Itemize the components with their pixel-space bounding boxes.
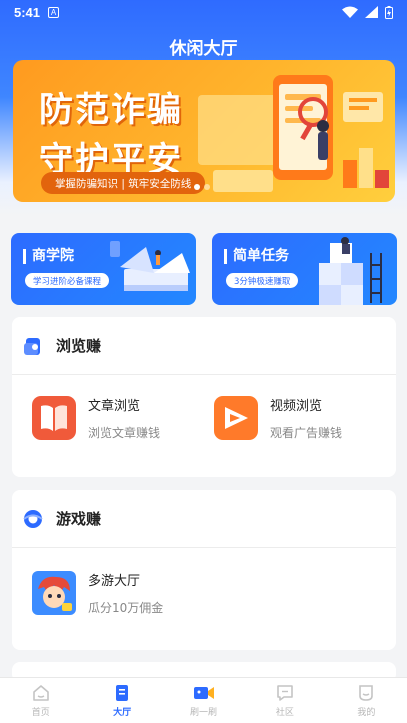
game-icon: [23, 509, 43, 528]
simple-task-card[interactable]: 简单任务 3分钟极速赚取: [212, 233, 397, 305]
video-camera-icon: [193, 686, 214, 699]
nav-label: 我的: [357, 707, 376, 718]
article-icon: [32, 396, 76, 440]
hall-icon: [116, 684, 129, 701]
browse-icon: [24, 337, 40, 355]
promo-title: 简单任务: [224, 249, 289, 264]
section-header: 游戏赚: [12, 490, 396, 548]
video-play-icon: [214, 396, 258, 440]
game-earn-section: 游戏赚 多游大厅 瓜分10万佣金: [12, 490, 396, 650]
section-title: 浏览赚: [56, 337, 102, 355]
section-header: 浏览赚: [12, 317, 396, 375]
carousel-dot-active[interactable]: [194, 184, 200, 190]
item-desc: 浏览文章赚钱: [88, 426, 161, 440]
item-name: 视频浏览: [270, 399, 323, 414]
section-title: 游戏赚: [56, 510, 102, 528]
status-bar: 5:41 A: [0, 0, 407, 24]
promo-title: 商学院: [23, 249, 74, 264]
blocks-illustration-icon: [319, 237, 382, 305]
status-time: 5:41: [14, 4, 41, 20]
nav-label: 大厅: [113, 707, 132, 718]
article-browse-item[interactable]: 文章浏览 浏览文章赚钱: [32, 395, 160, 441]
page-title: 休闲大厅: [169, 39, 238, 59]
nav-hall[interactable]: 大厅: [81, 678, 162, 723]
signal-icon: [365, 6, 378, 18]
promo-subtitle: 学习进阶必备课程: [25, 273, 110, 288]
browse-earn-section: 浏览赚 文章浏览 浏览文章赚钱 视频浏览 观看广告赚钱: [12, 317, 396, 477]
anti-fraud-banner[interactable]: 防范诈骗 守护平安 掌握防骗知识 | 筑牢安全防线: [13, 60, 395, 202]
banner-tagline: 掌握防骗知识 | 筑牢安全防线: [41, 172, 206, 194]
item-desc: 瓜分10万佣金: [88, 601, 164, 615]
nav-swipe[interactable]: 刷一刷: [163, 678, 244, 723]
item-name: 文章浏览: [88, 399, 141, 414]
nav-profile[interactable]: 我的: [326, 678, 407, 723]
item-desc: 观看广告赚钱: [270, 426, 343, 440]
banner-headline-1: 防范诈骗: [39, 90, 183, 130]
business-school-card[interactable]: 商学院 学习进阶必备课程: [11, 233, 196, 305]
bottom-navigation: 首页 大厅 刷一刷 社区 我的: [0, 677, 407, 723]
wifi-icon: [342, 6, 358, 18]
nav-community[interactable]: 社区: [244, 678, 325, 723]
home-icon: [32, 684, 49, 701]
promo-subtitle: 3分钟极速赚取: [226, 273, 299, 288]
battery-icon: [385, 5, 393, 19]
video-browse-item[interactable]: 视频浏览 观看广告赚钱: [214, 395, 342, 441]
carousel-dot[interactable]: [204, 184, 210, 190]
book-illustration-icon: [110, 241, 190, 291]
nav-label: 社区: [275, 707, 294, 718]
game-avatar-icon: [32, 571, 76, 615]
nav-home[interactable]: 首页: [0, 678, 81, 723]
nav-label: 刷一刷: [190, 707, 218, 718]
item-name: 多游大厅: [88, 574, 141, 589]
game-hall-item[interactable]: 多游大厅 瓜分10万佣金: [32, 570, 163, 616]
nav-label: 首页: [31, 707, 50, 718]
profile-icon: [359, 684, 374, 701]
chat-icon: [277, 684, 293, 701]
notification-icon: A: [48, 6, 60, 18]
